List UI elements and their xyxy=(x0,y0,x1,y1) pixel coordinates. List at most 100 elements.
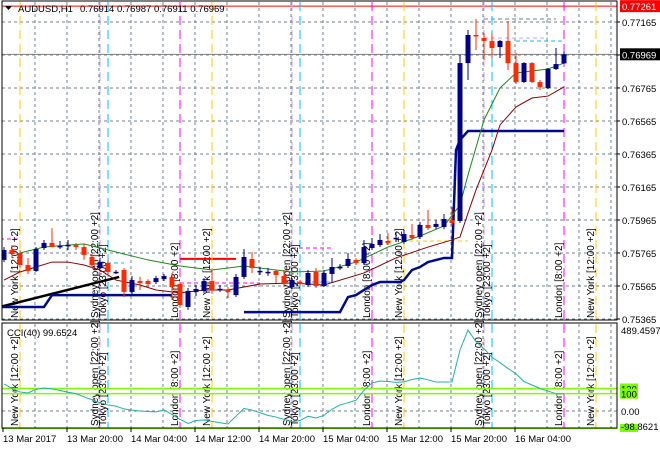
time-axis-label: 15 Mar 12:00 xyxy=(387,434,443,445)
candle-body xyxy=(113,271,119,274)
time-axis-label: 13 Mar 20:00 xyxy=(67,434,123,445)
candle-body xyxy=(65,244,71,247)
candle-body xyxy=(105,263,111,272)
candle xyxy=(33,247,39,272)
candle-body xyxy=(489,40,495,49)
candle-body xyxy=(169,276,175,287)
candle-body xyxy=(9,250,15,254)
candle-body xyxy=(545,69,551,88)
session-label-new_york: New York [12:00 +2] xyxy=(202,336,213,426)
time-axis-label: 14 Mar 04:00 xyxy=(131,434,187,445)
price-axis-label: 0.76365 xyxy=(622,150,656,161)
candle-body xyxy=(281,275,287,284)
price-axis-label: 0.76765 xyxy=(622,84,656,95)
candle-body xyxy=(529,63,535,83)
candle-body xyxy=(465,35,471,64)
price-axis-label: 0.75565 xyxy=(622,282,656,293)
candle-body xyxy=(497,40,503,48)
candle xyxy=(185,287,191,310)
candle-body xyxy=(417,224,423,237)
candle-body xyxy=(241,256,247,277)
candle-body xyxy=(177,284,183,305)
candle-body xyxy=(17,252,23,266)
candle-body xyxy=(257,270,263,273)
candle-body xyxy=(313,271,319,286)
candle-body xyxy=(441,219,447,227)
candle-body xyxy=(49,242,55,248)
candle-body xyxy=(393,237,399,240)
candle-body xyxy=(353,259,359,264)
candle-body xyxy=(321,272,327,286)
candle-body xyxy=(193,288,199,292)
session-label-new_york: New York [12:00 +2] xyxy=(586,336,597,426)
candle-body xyxy=(265,271,271,274)
candle-body xyxy=(185,290,191,307)
candle xyxy=(545,68,551,89)
candle-body xyxy=(81,247,87,255)
price-axis-label: 0.76165 xyxy=(622,183,656,194)
high-price-label: 0.77261 xyxy=(622,2,656,13)
candle-body xyxy=(217,288,223,291)
candle-body xyxy=(129,280,135,292)
candle xyxy=(233,273,239,298)
candle-body xyxy=(225,289,231,292)
trading-chart[interactable]: New York [12:00 +2] New York [12:00 +2] Ne… xyxy=(0,0,660,450)
candle-body xyxy=(513,63,519,83)
candle-body xyxy=(329,267,335,274)
price-axis-label: 0.75365 xyxy=(622,315,656,326)
candle-body xyxy=(33,249,39,271)
candle-body xyxy=(161,275,167,280)
session-label-new_york: New York [12:00 +2] xyxy=(202,228,213,318)
candle xyxy=(521,62,527,84)
session-label-london: London [8:00 +2] xyxy=(554,242,565,318)
session-label-new_york: New York [12:00 +2] xyxy=(10,336,21,426)
cci-axis-label: 489.4597 xyxy=(621,326,660,337)
candle-body xyxy=(137,281,143,284)
candle xyxy=(529,62,535,84)
candle-body xyxy=(409,235,415,238)
candle-body xyxy=(449,219,455,223)
candle-body xyxy=(121,269,127,292)
candle-body xyxy=(25,265,31,271)
candle-body xyxy=(457,63,463,221)
candle-body xyxy=(297,282,303,285)
candle-body xyxy=(289,280,295,287)
candle-body xyxy=(201,281,207,291)
cci-axis-label: -98.8621 xyxy=(621,422,659,433)
candle-body xyxy=(473,35,479,37)
candle-body xyxy=(433,223,439,227)
price-axis-label: 0.76565 xyxy=(622,117,656,128)
symbol-label: AUDUSD,H1 xyxy=(18,4,73,15)
candle-body xyxy=(537,82,543,87)
candle-body xyxy=(233,276,239,296)
candle-body xyxy=(369,243,375,249)
candle-body xyxy=(553,64,559,69)
candle-body xyxy=(361,247,367,264)
candle-body xyxy=(305,272,311,286)
candle-body xyxy=(401,234,407,242)
cci-label: CCI(40) 99.6524 xyxy=(7,328,77,339)
cci-axis-label: 100 xyxy=(621,390,637,401)
session-label-tokyo: Tokyo [23:00 +2] xyxy=(482,244,493,318)
session-label-new_york: New York [12:00 +2] xyxy=(394,336,405,426)
candle-body xyxy=(41,242,47,249)
candle-body xyxy=(73,245,79,248)
price-axis-label: 0.75965 xyxy=(622,216,656,227)
price-axis-label: 0.75765 xyxy=(622,249,656,260)
candle-body xyxy=(273,270,279,275)
candle-body xyxy=(97,262,103,269)
candle-body xyxy=(209,281,215,290)
candle-body xyxy=(425,224,431,229)
candle-body xyxy=(521,63,527,83)
price-axis-label: 0.77165 xyxy=(622,18,656,29)
candle-body xyxy=(377,239,383,246)
candle-body xyxy=(505,40,511,64)
ohlc-values: 0.76914 0.76987 0.76911 0.76969 xyxy=(80,4,225,15)
candle-body xyxy=(337,266,343,269)
candle-body xyxy=(385,240,391,243)
candle-body xyxy=(153,278,159,283)
candle-body xyxy=(561,54,567,64)
candle-body xyxy=(145,281,151,285)
cci-axis-label: 0.00 xyxy=(621,407,640,418)
candle-body xyxy=(89,256,95,266)
